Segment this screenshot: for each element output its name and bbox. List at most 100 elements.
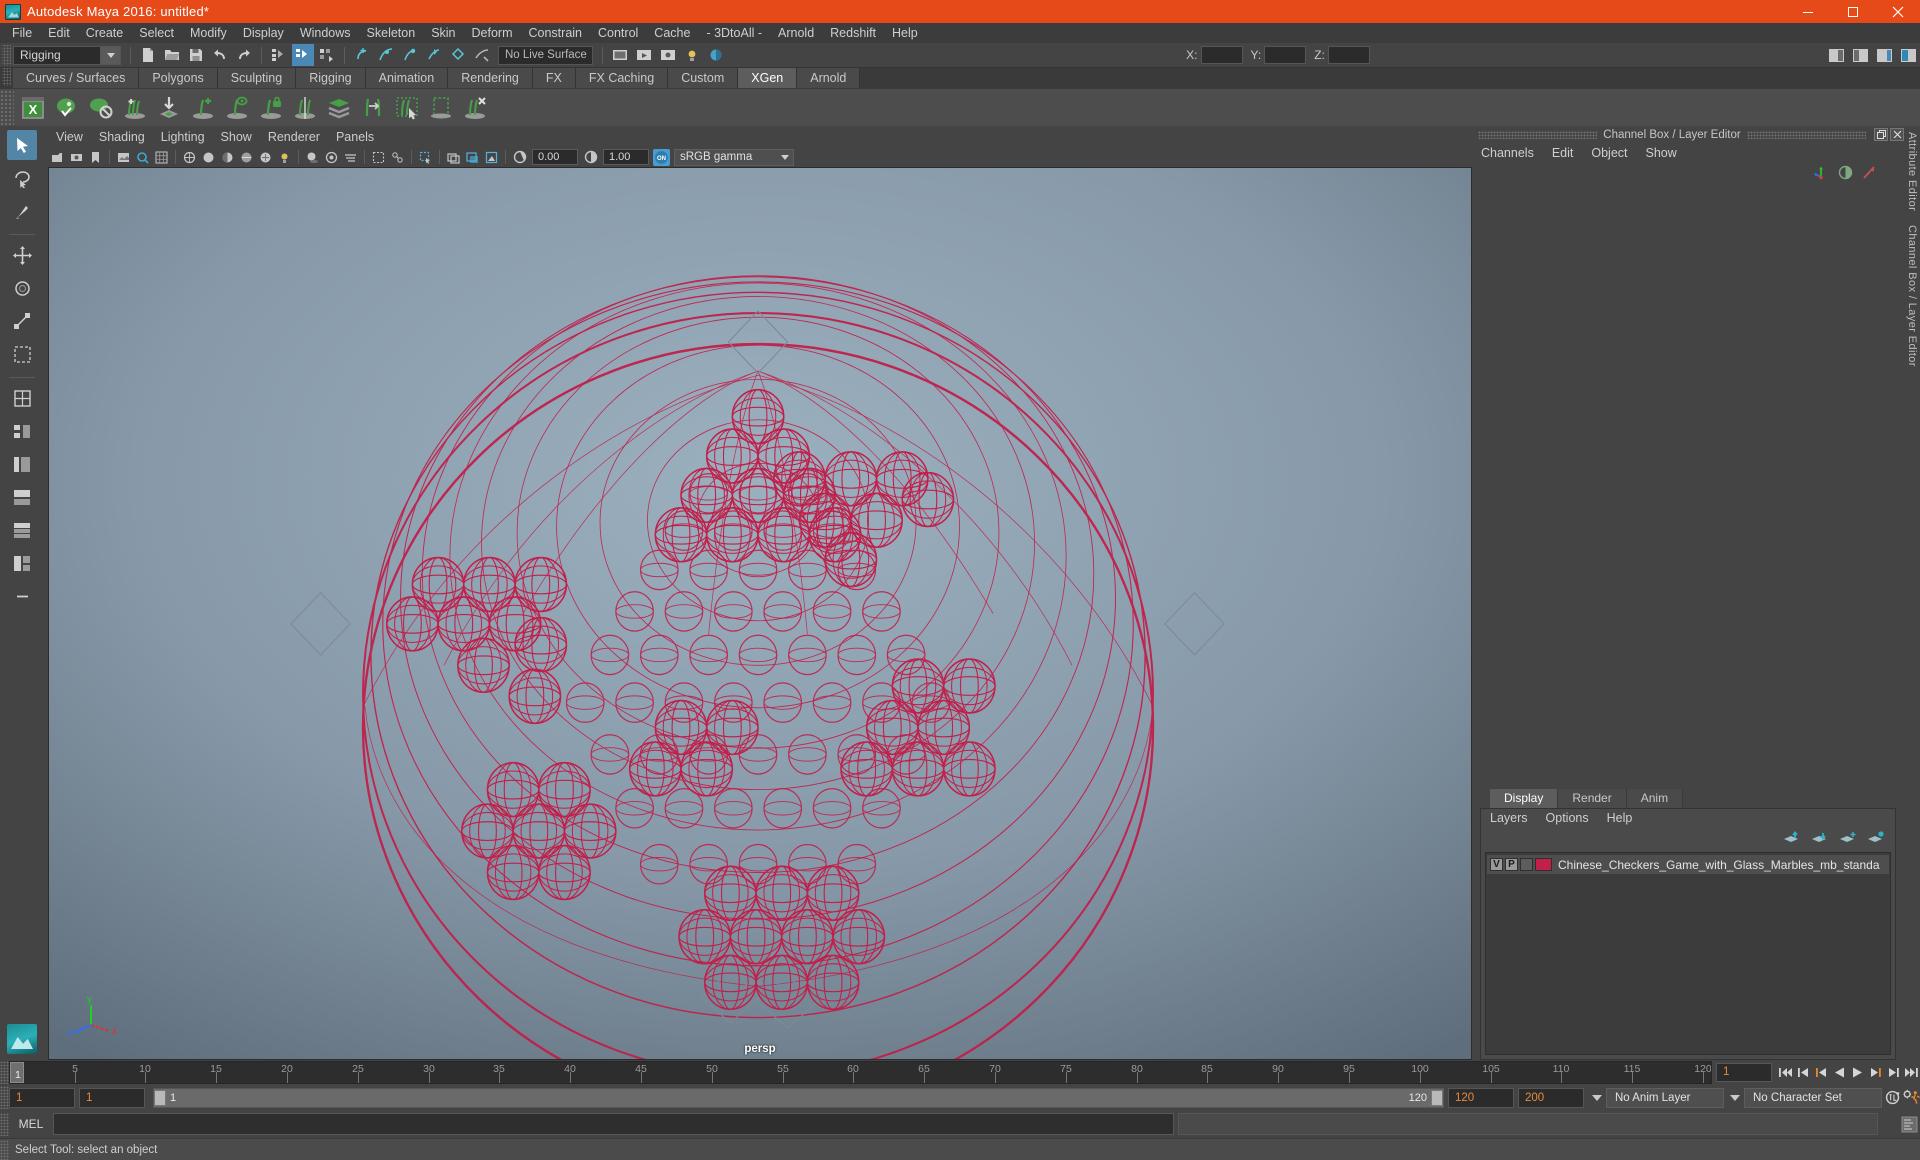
live-surface-field[interactable]: No Live Surface [498,45,593,65]
shadows-icon[interactable] [304,149,321,166]
rotate-tool[interactable] [7,273,37,303]
command-input[interactable] [53,1113,1174,1135]
xgen-layers-icon[interactable] [324,92,354,124]
xgen-editor-icon[interactable]: X [18,92,48,124]
layer-menu-layers[interactable]: Layers [1481,809,1537,828]
layer-menu-help[interactable]: Help [1598,809,1642,828]
layout-more-icon[interactable] [7,581,37,611]
menu-deform[interactable]: Deform [464,23,521,43]
camera-attributes-icon[interactable] [68,149,85,166]
menu-control[interactable]: Control [590,23,646,43]
shelf-tab-fx-caching[interactable]: FX Caching [575,68,669,88]
minimize-button[interactable] [1785,0,1830,23]
menu-arnold[interactable]: Arnold [770,23,822,43]
move-tool[interactable] [7,240,37,270]
menu-select[interactable]: Select [131,23,182,43]
exposure-icon[interactable] [511,149,528,166]
redo-icon[interactable] [233,44,255,66]
gamma-icon[interactable] [582,149,599,166]
snap-to-point-icon[interactable] [399,44,421,66]
step-back-frame-icon[interactable] [1812,1063,1830,1083]
layout-persp-graph-icon[interactable] [7,482,37,512]
animation-end-time-field[interactable]: 200 [1518,1087,1584,1108]
layer-state-toggle[interactable] [1520,858,1533,871]
manipulator-icon[interactable] [1813,164,1830,184]
layer-new-icon[interactable] [1839,831,1857,848]
close-panel-icon[interactable] [1890,128,1905,141]
tab-display[interactable]: Display [1490,789,1559,808]
layout-single-icon[interactable] [7,383,37,413]
menu-help[interactable]: Help [884,23,926,43]
maximize-button[interactable] [1830,0,1875,23]
viewport-snapshot-icon[interactable] [464,149,481,166]
coord-y-field[interactable] [1264,46,1307,64]
xgen-convert-icon[interactable] [358,92,388,124]
show-outliner-icon[interactable] [1897,44,1919,66]
play-forwards-icon[interactable] [1848,1063,1866,1083]
shelf-tab-arnold[interactable]: Arnold [797,68,861,88]
menu-skin[interactable]: Skin [423,23,463,43]
time-slider-grip[interactable] [0,1061,9,1084]
menu-cache[interactable]: Cache [646,23,698,43]
open-scene-icon[interactable] [161,44,183,66]
step-forward-keyframe-icon[interactable] [1884,1063,1902,1083]
attribute-editor-tab[interactable]: Attribute Editor [1906,132,1918,211]
step-back-keyframe-icon[interactable] [1794,1063,1812,1083]
shelf-tab-rigging[interactable]: Rigging [296,68,366,88]
shaded-wireframe-icon[interactable] [238,149,255,166]
menu-constrain[interactable]: Constrain [521,23,591,43]
half-circle-icon[interactable] [1837,164,1854,184]
channel-box-tab[interactable]: Channel Box / Layer Editor [1906,225,1918,367]
layer-row[interactable]: V P Chinese_Checkers_Game_with_Glass_Mar… [1487,855,1889,874]
command-line-grip[interactable] [0,1112,9,1136]
exposure-field[interactable]: 0.00 [532,149,578,165]
isolate-select-icon[interactable] [417,149,434,166]
menu-redshift[interactable]: Redshift [822,23,884,43]
screen-space-ao-icon[interactable] [323,149,340,166]
select-camera-icon[interactable] [49,149,66,166]
ipr-render-icon[interactable] [633,44,655,66]
animation-start-time-field[interactable]: 1 [9,1087,75,1108]
color-management-selector[interactable]: sRGB gamma [674,148,794,166]
layer-playback-toggle[interactable]: P [1505,858,1518,871]
shelf-tab-sculpting[interactable]: Sculpting [217,68,297,88]
xgen-mirror-description-icon[interactable] [290,92,320,124]
save-scene-icon[interactable] [185,44,207,66]
xgen-add-grooming-icon[interactable] [120,92,150,124]
select-hierarchy-icon[interactable] [268,44,290,66]
menu-create[interactable]: Create [78,23,132,43]
snap-to-view-plane-icon[interactable] [447,44,469,66]
snap-to-curve-icon[interactable] [375,44,397,66]
select-tool[interactable] [7,130,37,160]
xray-joints-icon[interactable] [389,149,406,166]
layer-new-selected-icon[interactable] [1867,830,1885,848]
select-component-icon[interactable] [316,44,338,66]
tab-render[interactable]: Render [1558,789,1627,808]
color-management-toggle-icon[interactable]: ON [653,148,670,166]
menu-modify[interactable]: Modify [182,23,235,43]
new-scene-icon[interactable] [137,44,159,66]
channel-box-menu-object[interactable]: Object [1582,143,1636,163]
channel-box-body[interactable] [1472,185,1904,789]
menu-edit[interactable]: Edit [40,23,78,43]
layout-four-view-icon[interactable] [7,416,37,446]
smooth-shade-all-icon[interactable] [200,149,217,166]
coord-z-field[interactable] [1327,46,1370,64]
image-plane-icon[interactable] [115,149,132,166]
shelf-tab-xgen[interactable]: XGen [738,68,798,88]
shelf-tab-animation[interactable]: Animation [365,68,449,88]
viewport-menu-show[interactable]: Show [213,128,260,147]
shelf-tab-curves-surfaces[interactable]: Curves / Surfaces [13,68,140,88]
xgen-select-guides-icon[interactable] [392,92,422,124]
lasso-select-tool[interactable] [7,163,37,193]
xgen-preview-icon[interactable] [52,92,82,124]
xgen-lock-description-icon[interactable] [256,92,286,124]
last-tool-icon[interactable] [7,339,37,369]
render-view-icon[interactable] [609,44,631,66]
play-backwards-icon[interactable] [1830,1063,1848,1083]
time-slider[interactable]: 1 5 10 15 20 25 30 35 40 45 50 55 60 65 70 75 80 85 90 95 1… [9,1061,1712,1084]
shelf-tab-custom[interactable]: Custom [668,68,739,88]
paint-select-tool[interactable] [7,196,37,226]
layout-persp-uv-icon[interactable] [7,548,37,578]
snap-to-grid-icon[interactable] [351,44,373,66]
